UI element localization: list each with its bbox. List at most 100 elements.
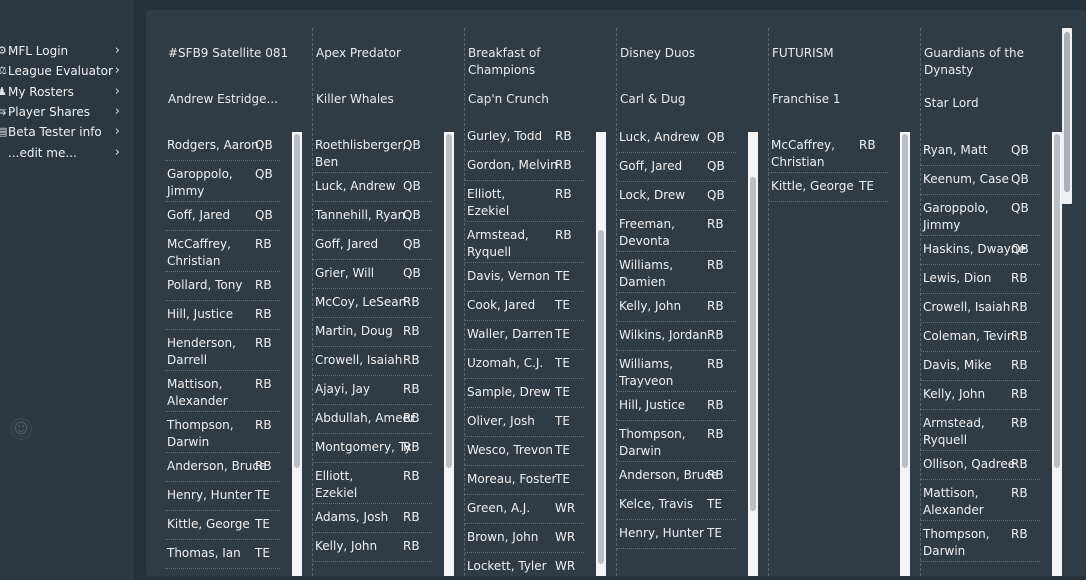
player-row[interactable]: Thomas, Ian TE — [165, 539, 280, 569]
player-row[interactable]: Wilkins, Jordan RB — [617, 321, 736, 351]
player-list[interactable]: McCaffrey, Christian RB Kittle, George TE — [768, 131, 914, 576]
player-row[interactable]: Anderson, Bruce RB — [617, 461, 736, 491]
sidebar-item-1[interactable]: ⚖ League Evaluator › — [0, 61, 128, 81]
player-name: Thompson, Darwin — [619, 427, 686, 458]
list-scrollbar[interactable] — [900, 132, 910, 576]
player-row[interactable]: Luck, Andrew QB — [617, 131, 736, 153]
player-row[interactable]: Haskins, Dwayne QB — [921, 235, 1040, 265]
player-row[interactable]: Pollard, Tony RB — [165, 271, 280, 301]
player-row[interactable]: Armstead, Ryquell RB — [921, 409, 1040, 451]
player-row[interactable]: McCaffrey, Christian RB — [769, 131, 888, 173]
player-row[interactable]: Elliott, Ezekiel RB — [465, 180, 584, 222]
list-scrollbar-thumb[interactable] — [446, 134, 452, 468]
player-row[interactable]: Williams, Trayveon RB — [617, 350, 736, 392]
panel-scrollbar-thumb[interactable] — [1064, 32, 1070, 192]
player-row[interactable]: Kittle, George TE — [769, 172, 888, 202]
player-row[interactable]: Goff, Jared QB — [617, 152, 736, 182]
player-row[interactable]: Kelly, John RB — [313, 532, 432, 562]
player-row[interactable]: Garoppolo, Jimmy QB — [921, 194, 1040, 236]
player-row[interactable]: Kelly, John RB — [921, 380, 1040, 410]
player-row[interactable]: Lockett, Tyler WR — [465, 552, 584, 576]
player-row[interactable]: Mattison, Alexander RB — [165, 370, 280, 412]
list-scrollbar[interactable] — [1052, 132, 1062, 576]
player-row[interactable]: Henry, Hunter TE — [617, 519, 736, 549]
player-row[interactable]: Freeman, Devonta RB — [617, 210, 736, 252]
player-row[interactable]: McCoy, LeSean RB — [313, 288, 432, 318]
player-row[interactable]: Wesco, Trevon TE — [465, 436, 584, 466]
player-row[interactable]: Crowell, Isaiah RB — [313, 346, 432, 376]
player-row[interactable]: Armstead, Ryquell RB — [465, 221, 584, 263]
player-position: RB — [403, 382, 420, 396]
player-row[interactable]: Roethlisberger, Ben QB — [313, 131, 432, 173]
player-row[interactable]: Davis, Vernon TE — [465, 262, 584, 292]
player-row[interactable]: Henry, Hunter TE — [165, 481, 280, 511]
player-row[interactable]: Thompson, Darwin RB — [617, 420, 736, 462]
player-row[interactable]: Hill, Justice RB — [165, 300, 280, 330]
player-row[interactable]: Grier, Will QB — [313, 259, 432, 289]
player-row[interactable]: Kittle, George TE — [165, 510, 280, 540]
player-row[interactable]: Green, A.J. WR — [465, 494, 584, 524]
list-scrollbar[interactable] — [444, 132, 454, 576]
list-scrollbar-thumb[interactable] — [1054, 134, 1060, 468]
player-row[interactable]: Henderson, Darrell RB — [165, 329, 280, 371]
player-row[interactable]: Elliott, Ezekiel RB — [313, 462, 432, 504]
player-row[interactable]: Mattison, Alexander RB — [921, 479, 1040, 521]
player-row[interactable]: Tannehill, Ryan QB — [313, 201, 432, 231]
list-scrollbar-thumb[interactable] — [750, 177, 756, 511]
player-row[interactable]: Goff, Jared QB — [313, 230, 432, 260]
player-row[interactable]: Kelly, John RB — [617, 292, 736, 322]
player-row[interactable]: Goff, Jared QB — [165, 201, 280, 231]
player-row[interactable]: Lewis, Dion RB — [921, 264, 1040, 294]
player-list[interactable]: Rodgers, Aaron QB Garoppolo, Jimmy QB Goff, … — [164, 131, 306, 576]
player-row[interactable]: Gordon, Melvin RB — [465, 151, 584, 181]
player-list[interactable]: Roethlisberger, Ben QB Luck, Andrew QB Tanne… — [312, 131, 458, 576]
player-row[interactable]: Cook, Jared TE — [465, 291, 584, 321]
player-row[interactable]: Gurley, Todd RB — [465, 131, 584, 152]
player-row[interactable]: Uzomah, C.J. TE — [465, 349, 584, 379]
player-row[interactable]: Garoppolo, Jimmy QB — [165, 160, 280, 202]
player-row[interactable]: Ryan, Matt QB — [921, 136, 1040, 166]
list-scrollbar-thumb[interactable] — [902, 134, 908, 468]
player-row[interactable]: Coleman, Tevin RB — [921, 322, 1040, 352]
list-scrollbar[interactable] — [596, 132, 606, 576]
list-scrollbar[interactable] — [748, 132, 758, 576]
player-row[interactable]: Sample, Drew TE — [465, 378, 584, 408]
player-row[interactable]: Montgomery, Ty RB — [313, 433, 432, 463]
player-row[interactable]: Kelce, Travis TE — [617, 490, 736, 520]
player-row[interactable]: Crowell, Isaiah RB — [921, 293, 1040, 323]
player-position: RB — [403, 353, 420, 367]
player-row[interactable]: Williams, Damien RB — [617, 251, 736, 293]
player-row[interactable]: Waller, Darren TE — [465, 320, 584, 350]
player-row[interactable]: Brown, John WR — [465, 523, 584, 553]
sidebar-item-4[interactable]: ▤ Beta Tester info › — [0, 122, 128, 142]
player-row[interactable]: Ollison, Qadree RB — [921, 450, 1040, 480]
player-row[interactable]: Anderson, Bruce RB — [165, 452, 280, 482]
player-row[interactable]: Abdullah, Ameer RB — [313, 404, 432, 434]
player-row[interactable]: Thompson, Darwin RB — [921, 520, 1040, 562]
list-scrollbar[interactable] — [292, 132, 302, 576]
player-list[interactable]: Gurley, Todd RB Gordon, Melvin RB Elliott, E… — [464, 131, 610, 576]
smiley-icon[interactable]: ☺ — [10, 418, 32, 440]
player-row[interactable]: Hill, Justice RB — [617, 391, 736, 421]
player-row[interactable]: Rodgers, Aaron QB — [165, 131, 280, 161]
player-row[interactable]: Adams, Josh RB — [313, 503, 432, 533]
sidebar-item-0[interactable]: ⚙ MFL Login › — [0, 41, 128, 61]
player-row[interactable]: Ajayi, Jay RB — [313, 375, 432, 405]
player-row[interactable]: Luck, Andrew QB — [313, 172, 432, 202]
sidebar-item-5[interactable]: ...edit me... › — [0, 143, 128, 163]
player-row[interactable]: Davis, Mike RB — [921, 351, 1040, 381]
player-row[interactable]: Thompson, Darwin RB — [165, 411, 280, 453]
player-list[interactable]: Ryan, Matt QB Keenum, Case QB Garoppolo, Jim… — [920, 131, 1066, 576]
player-row[interactable]: Oliver, Josh TE — [465, 407, 584, 437]
list-scrollbar-thumb[interactable] — [294, 134, 300, 468]
player-row[interactable]: Moreau, Foster TE — [465, 465, 584, 495]
player-row[interactable]: Lock, Drew QB — [617, 181, 736, 211]
player-list[interactable]: Luck, Andrew QB Goff, Jared QB Lock, Drew QB F… — [616, 131, 762, 576]
player-row[interactable]: Keenum, Case QB — [921, 165, 1040, 195]
player-row[interactable]: Martin, Doug RB — [313, 317, 432, 347]
list-scrollbar-thumb[interactable] — [598, 230, 604, 564]
player-row[interactable]: McCaffrey, Christian RB — [165, 230, 280, 272]
panel-scrollbar[interactable] — [1062, 28, 1072, 204]
sidebar-item-2[interactable]: ♟ My Rosters › — [0, 82, 128, 102]
sidebar-item-3[interactable]: ⇆ Player Shares › — [0, 102, 128, 122]
